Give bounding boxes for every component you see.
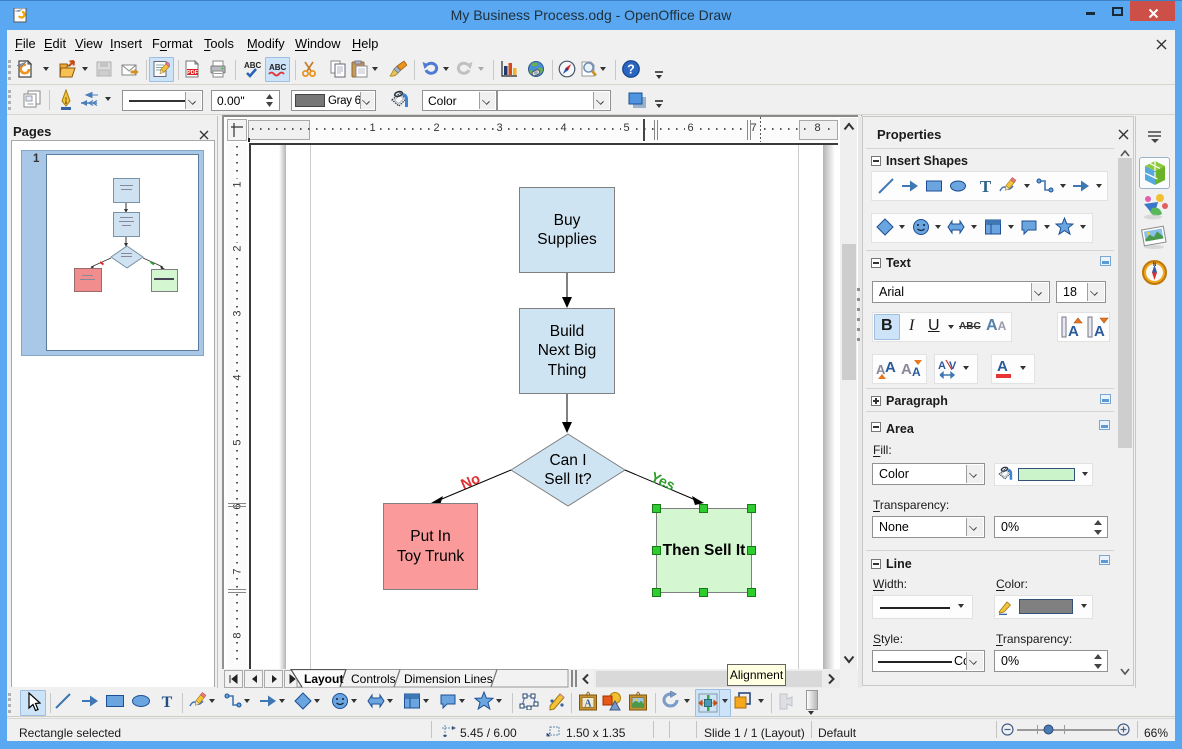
svg-text:T: T (980, 177, 992, 195)
svg-text:A: A (938, 360, 946, 372)
svg-text:ABC: ABC (244, 61, 262, 70)
svg-text:PDF: PDF (187, 70, 199, 76)
svg-text:?: ? (627, 63, 635, 77)
svg-text:T: T (162, 694, 173, 710)
svg-text:A: A (912, 365, 921, 379)
svg-text:A: A (901, 361, 912, 378)
svg-text:A: A (885, 359, 896, 376)
svg-text:N: N (1153, 262, 1157, 268)
svg-text:A: A (1094, 323, 1105, 339)
svg-text:A: A (584, 699, 592, 710)
svg-text:A: A (1068, 323, 1079, 339)
svg-text:ABC: ABC (269, 63, 287, 72)
